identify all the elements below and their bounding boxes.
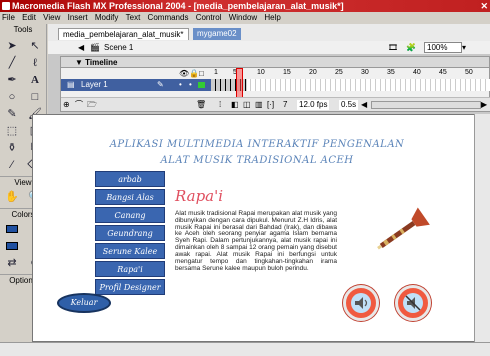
frame-rate: 12.0 fps <box>297 100 330 110</box>
modify-markers-icon[interactable]: [·] <box>267 98 274 112</box>
freetransform-icon[interactable]: ⬚ <box>3 123 21 138</box>
window-title-bar: Macromedia Flash MX Professional 2004 - … <box>0 0 490 12</box>
subselect-icon[interactable]: ↖ <box>26 38 44 53</box>
nav-rapai[interactable]: Rapa'i <box>95 261 165 277</box>
timeline-ruler: 1 5 10 15 20 25 30 35 40 45 50 <box>214 69 473 76</box>
tools-header: Tools <box>13 25 33 34</box>
frame-row[interactable] <box>211 79 490 91</box>
nav-geundrang[interactable]: Geundrang <box>95 225 165 241</box>
layer-lock-dot[interactable]: • <box>189 79 192 91</box>
scene-bar: ◀ 🎬 Scene 1 🎞 🧩 100% ▾ <box>48 41 490 54</box>
outline-icon[interactable]: □ <box>199 69 204 78</box>
speaker-on-icon <box>351 293 371 313</box>
text-icon[interactable]: A <box>26 72 44 87</box>
stage-horizontal-scrollbar[interactable] <box>0 342 490 356</box>
window-title: Macromedia Flash MX Professional 2004 - … <box>12 1 344 11</box>
elapsed-time: 0.5s <box>339 100 359 110</box>
add-folder-icon[interactable]: 🗁 <box>87 98 97 112</box>
tab-mygame02[interactable]: mygame02 <box>193 28 241 40</box>
scene-icon: 🎬 <box>90 43 100 52</box>
add-guide-icon[interactable]: ⌒ <box>75 98 83 112</box>
pencil-icon[interactable]: ✎ <box>3 106 21 121</box>
app-title-line2: ALAT MUSIK TRADISIONAL ACEH <box>160 155 354 166</box>
layer-icon: ▤ <box>67 80 75 89</box>
menu-help[interactable]: Help <box>262 13 283 22</box>
lasso-icon[interactable]: ℓ <box>26 55 44 70</box>
layer-row[interactable]: ▤ Layer 1 ✎ • • <box>61 79 211 91</box>
timeline-scroll-left[interactable]: ◀ <box>361 98 367 112</box>
zoom-select[interactable]: 100% <box>424 42 462 53</box>
center-frame-icon[interactable]: ⁞ <box>219 98 221 112</box>
timeline-panel: ▼ Timeline 👁 🔒 □ 1 5 10 15 20 25 30 35 4… <box>60 56 490 112</box>
exit-button[interactable]: Keluar <box>57 293 111 313</box>
menu-bar: File Edit View Insert Modify Text Comman… <box>0 12 490 24</box>
lock-icon[interactable]: 🔒 <box>189 69 199 78</box>
swap-colors-icon[interactable]: ⇄ <box>3 255 21 270</box>
trumpet-illustration <box>377 207 430 250</box>
timeline-footer: ⊕ ⌒ 🗁 🗑 ⁞ ◧ ◫ ▥ [·] 7 12.0 fps 0.5s ◀ ▶ <box>61 97 490 111</box>
flash-app-icon <box>2 2 10 10</box>
back-arrow-icon[interactable]: ◀ <box>78 41 84 54</box>
nav-serune-kalee[interactable]: Serune Kalee <box>95 243 165 259</box>
speaker-off-icon <box>403 293 423 313</box>
stage-canvas: APLIKASI MULTIMEDIA INTERAKTIF PENGENALA… <box>32 114 482 342</box>
onion-outline-icon[interactable]: ◫ <box>243 98 251 112</box>
menu-edit[interactable]: Edit <box>20 13 39 22</box>
arrow-icon[interactable]: ➤ <box>3 38 21 53</box>
menu-commands[interactable]: Commands <box>146 13 192 22</box>
pencil-edit-icon: ✎ <box>157 80 164 89</box>
timeline-scroll-right[interactable]: ▶ <box>481 98 487 112</box>
app-title-line1: APLIKASI MULTIMEDIA INTERAKTIF PENGENALA… <box>109 139 405 150</box>
stage-vertical-scrollbar[interactable] <box>474 114 490 342</box>
nav-arbab[interactable]: arbab <box>95 171 165 187</box>
menu-insert[interactable]: Insert <box>66 13 91 22</box>
scene-label: Scene 1 <box>104 43 134 52</box>
menu-text[interactable]: Text <box>124 13 144 22</box>
layer-visible-dot[interactable]: • <box>179 79 182 91</box>
inkbottle-icon[interactable]: ⚱ <box>3 140 21 155</box>
window-close-icon[interactable]: ✕ <box>480 0 488 12</box>
menu-file[interactable]: File <box>0 13 18 22</box>
nav-bangsi-alas[interactable]: Bangsi Alas <box>95 189 165 205</box>
document-tabs: media_pembelajaran_alat_musik* mygame02 … <box>48 24 490 54</box>
eyedropper-icon[interactable]: ⁄ <box>3 157 21 172</box>
layer-outline-box[interactable] <box>198 82 205 88</box>
stroke-color-swatch[interactable] <box>3 221 21 236</box>
speaker-off-button[interactable] <box>395 285 431 321</box>
menu-view[interactable]: View <box>41 13 63 22</box>
timeline-header[interactable]: ▼ Timeline <box>61 57 489 68</box>
oval-icon[interactable]: ○ <box>3 89 21 104</box>
current-frame: 7 <box>283 100 288 109</box>
onion-skin-icon[interactable]: ◧ <box>231 98 239 112</box>
menu-control[interactable]: Control <box>194 13 225 22</box>
edit-scene-icon[interactable]: 🎞 <box>388 41 398 54</box>
menu-window[interactable]: Window <box>227 13 260 22</box>
zoom-dropdown-icon[interactable]: ▾ <box>462 41 466 54</box>
pen-icon[interactable]: ✒ <box>3 72 21 87</box>
layer-name: Layer 1 <box>81 80 108 89</box>
eye-icon[interactable]: 👁 <box>179 69 189 78</box>
add-layer-icon[interactable]: ⊕ <box>63 98 70 112</box>
speaker-on-button[interactable] <box>343 285 379 321</box>
fill-color-swatch[interactable] <box>3 238 21 253</box>
tab-media-pembelajaran[interactable]: media_pembelajaran_alat_musik* <box>58 28 189 40</box>
nav-profil-designer[interactable]: Profil Designer <box>95 279 165 295</box>
content-text: Alat musik tradisional Rapai merupakan a… <box>175 210 337 272</box>
nav-canang[interactable]: Canang <box>95 207 165 223</box>
edit-symbol-icon[interactable]: 🧩 <box>406 41 416 54</box>
line-icon[interactable]: ╱ <box>3 55 21 70</box>
menu-modify[interactable]: Modify <box>93 13 122 22</box>
hand-icon[interactable]: ✋ <box>3 189 21 204</box>
delete-layer-icon[interactable]: 🗑 <box>196 98 206 112</box>
timeline-hscroll[interactable] <box>371 101 481 109</box>
edit-multiple-icon[interactable]: ▥ <box>255 98 263 112</box>
rect-icon[interactable]: □ <box>26 89 44 104</box>
content-title: Rapa'i <box>175 187 224 205</box>
